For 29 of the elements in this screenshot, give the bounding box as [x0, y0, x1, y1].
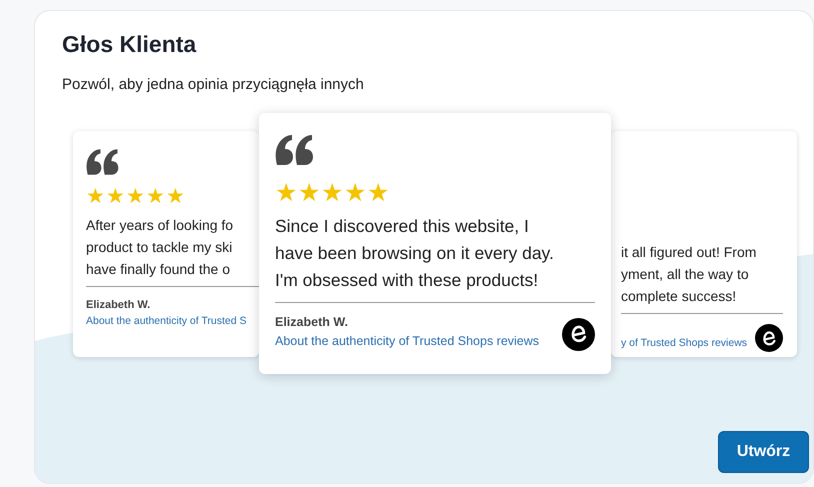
quote-icon: [86, 149, 120, 175]
star-icon: ★: [166, 187, 185, 207]
star-icon: ★: [367, 181, 389, 205]
review-text-line: After years of looking fo: [86, 216, 234, 235]
author-name: Elizabeth W.: [86, 298, 152, 313]
star-icon: ★: [321, 181, 343, 205]
create-button[interactable]: Utwórz: [718, 431, 809, 473]
review-text-line: it all figured out! From: [621, 243, 758, 262]
review-text-line: product to tackle my ski: [86, 238, 234, 257]
star-icon: ★: [86, 187, 105, 207]
author-name: Elizabeth W.: [275, 314, 349, 331]
authenticity-link[interactable]: About the authenticity of Trusted Shops reviews: [275, 332, 540, 350]
review-text-line: Since I discovered this website, I: [275, 215, 530, 238]
star-icon: ★: [275, 181, 297, 205]
star-icon: ★: [106, 187, 125, 207]
star-icon: ★: [146, 187, 165, 207]
panel-title: Głos Klienta: [62, 30, 196, 59]
quote-icon: [275, 135, 315, 165]
star-icon: ★: [344, 181, 366, 205]
review-text-line: complete success!: [621, 287, 738, 306]
review-text-line: have been browsing on it every day.: [275, 242, 555, 265]
review-text-line: yment, all the way to: [621, 265, 750, 284]
authenticity-link[interactable]: About the authenticity of Trusted S: [86, 314, 247, 330]
authenticity-link[interactable]: y of Trusted Shops reviews: [621, 336, 748, 352]
review-text-line: have finally found the o: [86, 260, 231, 279]
star-icon: ★: [298, 181, 320, 205]
star-icon: ★: [126, 187, 145, 207]
panel-subtitle: Pozwól, aby jedna opinia przyciągnęła innych: [62, 75, 364, 95]
review-text-line: I'm obsessed with these products!: [275, 269, 540, 292]
